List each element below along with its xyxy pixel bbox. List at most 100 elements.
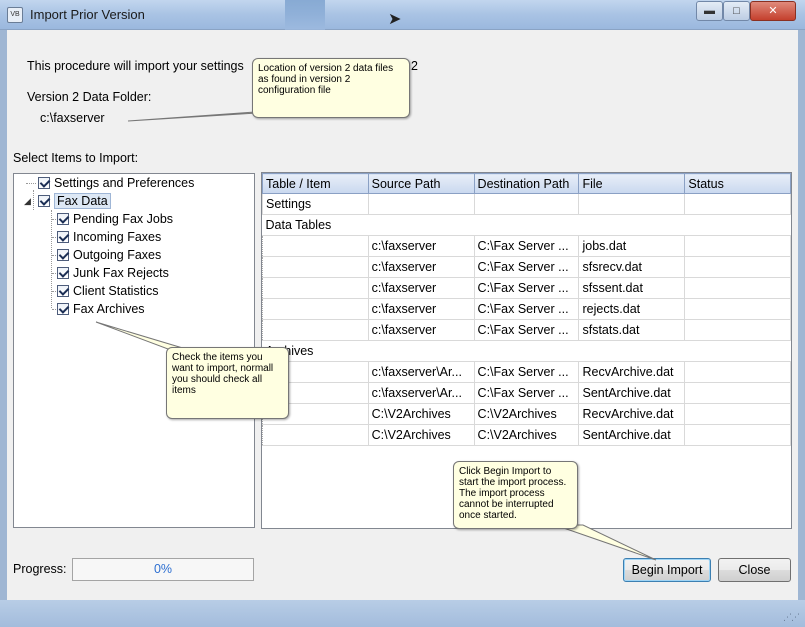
column-header-file[interactable]: File <box>578 173 686 194</box>
table-row-settings[interactable]: Settings <box>262 193 791 215</box>
select-items-label: Select Items to Import: <box>13 151 139 165</box>
table-cell: C:\V2Archives <box>473 424 580 446</box>
progress-label: Progress: <box>13 562 67 576</box>
window-title: Import Prior Version <box>30 7 145 22</box>
maximize-button[interactable]: □ <box>723 1 750 21</box>
title-bar[interactable]: VB Import Prior Version ➤ ▬ □ ✕ <box>0 0 805 30</box>
table-cell: RecvArchive.dat <box>578 361 686 383</box>
tree-connector <box>26 183 36 184</box>
table-cell <box>262 256 369 278</box>
table-cell <box>684 361 791 383</box>
close-window-button[interactable]: ✕ <box>750 1 796 21</box>
resize-grip-icon[interactable]: ⋰⋰ <box>783 612 800 623</box>
table-cell <box>684 277 791 299</box>
tree-item-client-statistics[interactable]: Client Statistics <box>57 283 158 300</box>
minimize-button[interactable]: ▬ <box>696 1 723 21</box>
table-cell: sfstats.dat <box>578 319 686 341</box>
table-row[interactable]: c:\faxserver C:\Fax Server ... sfssent.d… <box>262 277 791 299</box>
title-bar-background-graphic <box>285 0 325 30</box>
table-row[interactable]: c:\faxserver C:\Fax Server ... jobs.dat <box>262 235 791 257</box>
checkbox-junk-fax-rejects[interactable] <box>57 267 69 279</box>
begin-import-button[interactable]: Begin Import <box>623 558 711 582</box>
table-row[interactable]: c:\faxserver C:\Fax Server ... sfsrecv.d… <box>262 256 791 278</box>
table-cell: Settings <box>262 193 369 215</box>
table-group-row-archives[interactable]: Archives <box>262 340 791 362</box>
table-row[interactable]: c:\faxserver\Ar... C:\Fax Server ... Sen… <box>262 382 791 404</box>
tree-connector <box>51 210 52 308</box>
table-cell <box>578 193 686 215</box>
checkbox-client-statistics[interactable] <box>57 285 69 297</box>
table-cell: C:\Fax Server ... <box>473 256 580 278</box>
table-cell <box>262 298 369 320</box>
column-header-source-path[interactable]: Source Path <box>367 173 475 194</box>
column-header-status[interactable]: Status <box>684 173 791 194</box>
table-row[interactable]: c:\faxserver\Ar... C:\Fax Server ... Rec… <box>262 361 791 383</box>
table-cell: c:\faxserver <box>367 298 475 320</box>
table-cell: C:\Fax Server ... <box>473 235 580 257</box>
checkbox-pending-fax-jobs[interactable] <box>57 213 69 225</box>
table-cell: rejects.dat <box>578 298 686 320</box>
table-cell <box>262 424 369 446</box>
checkbox-outgoing-faxes[interactable] <box>57 249 69 261</box>
import-prior-version-window: VB Import Prior Version ➤ ▬ □ ✕ This pro… <box>0 0 805 627</box>
tree-item-settings-and-preferences[interactable]: Settings and Preferences <box>38 175 194 192</box>
table-header-row: Table / Item Source Path Destination Pat… <box>262 173 791 194</box>
table-cell <box>262 319 369 341</box>
tree-item-incoming-faxes[interactable]: Incoming Faxes <box>57 229 161 246</box>
table-row[interactable]: C:\V2Archives C:\V2Archives SentArchive.… <box>262 424 791 446</box>
tree-item-label: Outgoing Faxes <box>73 248 162 262</box>
checkbox-fax-archives[interactable] <box>57 303 69 315</box>
table-cell <box>684 235 791 257</box>
intro-text-tail: 2 <box>411 59 418 73</box>
table-cell <box>367 193 475 215</box>
column-header-destination-path[interactable]: Destination Path <box>473 173 580 194</box>
group-label: Data Tables <box>262 214 791 236</box>
checkbox-incoming-faxes[interactable] <box>57 231 69 243</box>
table-cell: SentArchive.dat <box>578 424 686 446</box>
table-cell: C:\Fax Server ... <box>473 319 580 341</box>
table-row[interactable]: C:\V2Archives C:\V2Archives RecvArchive.… <box>262 403 791 425</box>
tree-connector <box>33 190 34 210</box>
close-button[interactable]: Close <box>718 558 791 582</box>
tree-item-junk-fax-rejects[interactable]: Junk Fax Rejects <box>57 265 169 282</box>
status-bar: ⋰⋰ <box>0 600 805 627</box>
column-header-table-item[interactable]: Table / Item <box>262 173 369 194</box>
expand-collapse-icon[interactable]: ◢ <box>24 196 31 207</box>
table-cell: c:\faxserver <box>367 256 475 278</box>
table-cell: C:\Fax Server ... <box>473 382 580 404</box>
table-cell: SentArchive.dat <box>578 382 686 404</box>
table-cell <box>262 235 369 257</box>
mouse-cursor-icon: ➤ <box>388 11 402 28</box>
table-cell: C:\V2Archives <box>473 403 580 425</box>
tree-item-fax-data[interactable]: Fax Data <box>38 193 111 210</box>
callout-begin-import-tip: Click Begin Import to start the import p… <box>453 461 578 529</box>
table-cell <box>684 256 791 278</box>
callout-select-items-tip: Check the items you want to import, norm… <box>166 347 289 419</box>
table-cell: C:\Fax Server ... <box>473 277 580 299</box>
import-items-table: Table / Item Source Path Destination Pat… <box>262 173 791 446</box>
tree-item-label: Pending Fax Jobs <box>73 212 174 226</box>
table-cell: c:\faxserver\Ar... <box>367 382 475 404</box>
table-cell: C:\Fax Server ... <box>473 298 580 320</box>
group-label: Archives <box>262 340 791 362</box>
tree-item-outgoing-faxes[interactable]: Outgoing Faxes <box>57 247 161 264</box>
table-group-row-data-tables[interactable]: Data Tables <box>262 214 791 236</box>
data-folder-label: Version 2 Data Folder: <box>27 90 152 104</box>
fax-app-icon: VB <box>7 7 23 23</box>
checkbox-fax-data[interactable] <box>38 195 50 207</box>
checkbox-settings-and-preferences[interactable] <box>38 177 50 189</box>
table-row[interactable]: c:\faxserver C:\Fax Server ... sfstats.d… <box>262 319 791 341</box>
tree-item-fax-archives[interactable]: Fax Archives <box>57 301 145 318</box>
table-cell: jobs.dat <box>578 235 686 257</box>
table-cell: RecvArchive.dat <box>578 403 686 425</box>
tree-item-pending-fax-jobs[interactable]: Pending Fax Jobs <box>57 211 173 228</box>
table-cell: C:\V2Archives <box>367 403 475 425</box>
callout-data-folder-tip: Location of version 2 data files as foun… <box>252 58 410 118</box>
table-cell <box>473 193 580 215</box>
table-cell <box>684 382 791 404</box>
tree-item-label: Fax Archives <box>73 302 145 316</box>
table-cell <box>684 403 791 425</box>
table-cell: c:\faxserver\Ar... <box>367 361 475 383</box>
tree-item-label: Settings and Preferences <box>54 176 195 190</box>
table-row[interactable]: c:\faxserver C:\Fax Server ... rejects.d… <box>262 298 791 320</box>
